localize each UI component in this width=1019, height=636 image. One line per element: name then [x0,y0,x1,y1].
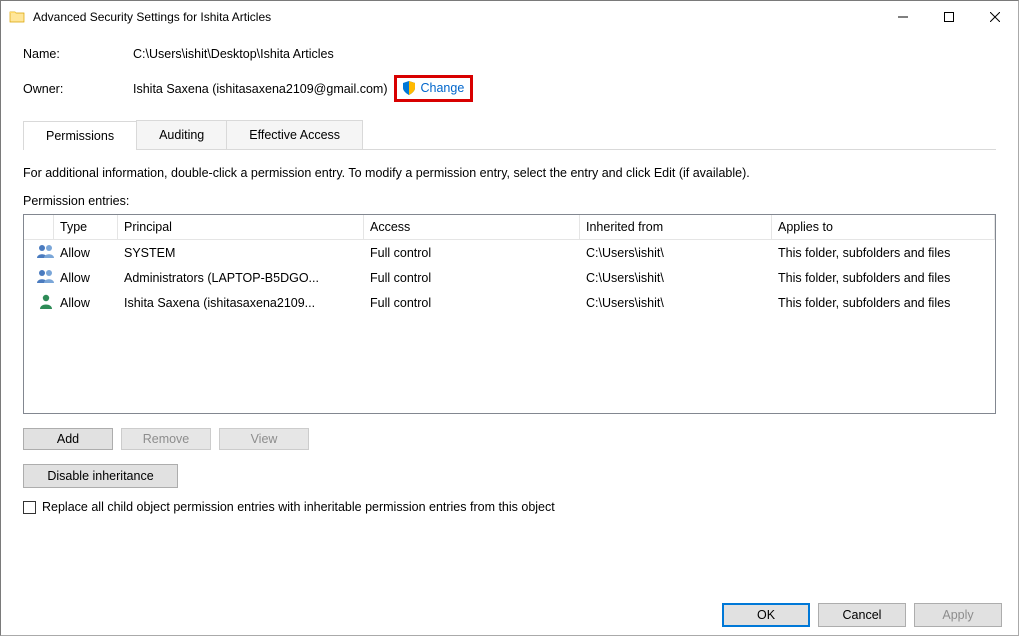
row-applies: This folder, subfolders and files [772,295,995,311]
row-type: Allow [54,270,118,286]
row-inherited: C:\Users\ishit\ [580,295,772,311]
change-link[interactable]: Change [421,81,465,95]
owner-value: Ishita Saxena (ishitasaxena2109@gmail.co… [133,82,388,96]
row-principal: Ishita Saxena (ishitasaxena2109... [118,295,364,311]
row-access: Full control [364,295,580,311]
owner-row: Owner: Ishita Saxena (ishitasaxena2109@g… [23,75,996,102]
close-button[interactable] [972,1,1018,33]
tab-strip: Permissions Auditing Effective Access [23,120,996,150]
row-type: Allow [54,245,118,261]
permission-table[interactable]: Type Principal Access Inherited from App… [23,214,996,414]
th-inherited[interactable]: Inherited from [580,215,772,239]
row-access: Full control [364,270,580,286]
instruction-text: For additional information, double-click… [23,166,996,180]
row-principal: Administrators (LAPTOP-B5DGO... [118,270,364,286]
table-row[interactable]: AllowIshita Saxena (ishitasaxena2109...F… [24,290,995,315]
table-row[interactable]: AllowSYSTEMFull controlC:\Users\ishit\Th… [24,240,995,265]
row-inherited: C:\Users\ishit\ [580,245,772,261]
disable-inheritance-button[interactable]: Disable inheritance [23,464,178,488]
table-header: Type Principal Access Inherited from App… [24,215,995,240]
table-row[interactable]: AllowAdministrators (LAPTOP-B5DGO...Full… [24,265,995,290]
replace-checkbox-row[interactable]: Replace all child object permission entr… [23,500,996,514]
th-icon[interactable] [24,215,54,239]
table-body: AllowSYSTEMFull controlC:\Users\ishit\Th… [24,240,995,315]
tab-permissions[interactable]: Permissions [23,121,137,150]
row-applies: This folder, subfolders and files [772,270,995,286]
th-applies[interactable]: Applies to [772,215,995,239]
change-highlight: Change [394,75,474,102]
replace-checkbox[interactable] [23,501,36,514]
apply-button: Apply [914,603,1002,627]
window-title: Advanced Security Settings for Ishita Ar… [33,10,880,24]
row-icon-cell [24,292,54,313]
owner-label: Owner: [23,82,133,96]
row-applies: This folder, subfolders and files [772,245,995,261]
tab-effective-access[interactable]: Effective Access [226,120,363,149]
tab-auditing[interactable]: Auditing [136,120,227,149]
row-inherited: C:\Users\ishit\ [580,270,772,286]
shield-icon [401,80,417,96]
content-area: Name: C:\Users\ishit\Desktop\Ishita Arti… [1,33,1018,514]
row-icon-cell [24,267,54,288]
dialog-footer: OK Cancel Apply [1,595,1018,635]
row-principal: SYSTEM [118,245,364,261]
row-access: Full control [364,245,580,261]
folder-icon [9,9,25,25]
maximize-button[interactable] [926,1,972,33]
minimize-button[interactable] [880,1,926,33]
remove-button: Remove [121,428,211,450]
name-row: Name: C:\Users\ishit\Desktop\Ishita Arti… [23,47,996,61]
row-icon-cell [24,242,54,263]
entries-label: Permission entries: [23,194,996,208]
th-type[interactable]: Type [54,215,118,239]
cancel-button[interactable]: Cancel [818,603,906,627]
add-button[interactable]: Add [23,428,113,450]
entry-actions: Add Remove View [23,428,996,450]
replace-checkbox-label: Replace all child object permission entr… [42,500,555,514]
name-label: Name: [23,47,133,61]
th-access[interactable]: Access [364,215,580,239]
ok-button[interactable]: OK [722,603,810,627]
window-controls [880,1,1018,33]
titlebar: Advanced Security Settings for Ishita Ar… [1,1,1018,33]
name-value: C:\Users\ishit\Desktop\Ishita Articles [133,47,334,61]
view-button: View [219,428,309,450]
row-type: Allow [54,295,118,311]
th-principal[interactable]: Principal [118,215,364,239]
